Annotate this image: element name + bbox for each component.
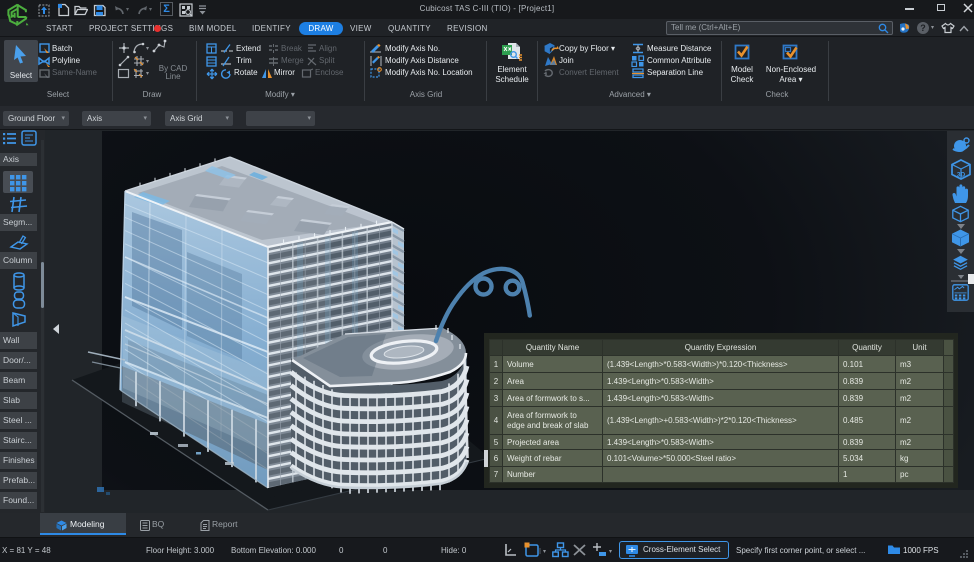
svg-text:3D: 3D (957, 172, 966, 179)
